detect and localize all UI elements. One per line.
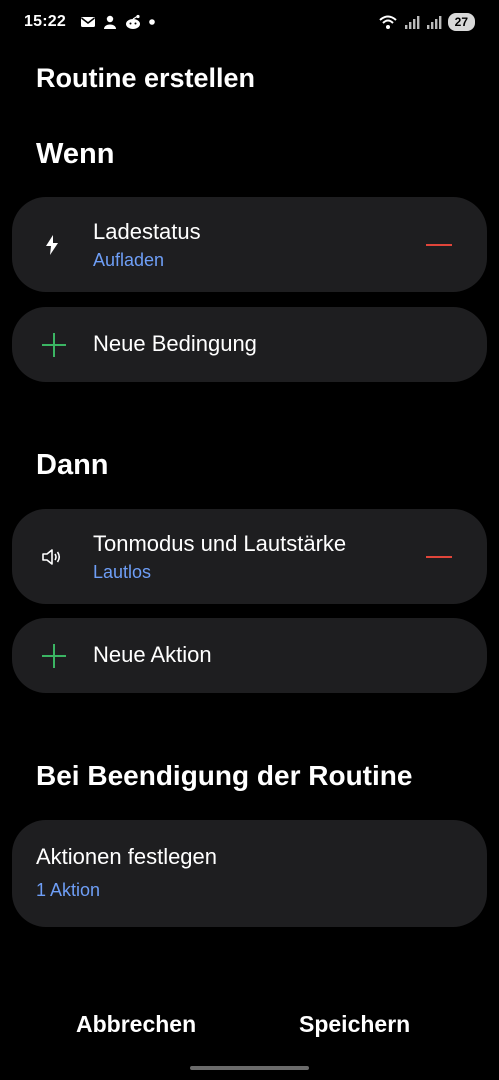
section-title-wenn: Wenn	[36, 138, 115, 170]
end-card-title: Aktionen festlegen	[36, 844, 218, 869]
condition-card-ladestatus[interactable]: Ladestatus Aufladen	[12, 197, 487, 292]
add-action-label: Neue Aktion	[93, 642, 212, 667]
plus-icon	[42, 332, 66, 357]
section-title-dann: Dann	[36, 449, 109, 481]
add-condition-button[interactable]: Neue Bedingung	[12, 307, 487, 382]
status-time: 15:22	[24, 13, 66, 30]
mail-icon	[81, 17, 95, 27]
status-right: 27	[378, 13, 475, 31]
cancel-button[interactable]: Abbrechen	[76, 1011, 196, 1038]
notification-icon	[104, 15, 116, 29]
condition-subtitle: Aufladen	[93, 250, 165, 270]
signal-icon	[426, 16, 442, 29]
reddit-icon	[126, 14, 140, 29]
end-card-subtitle: 1 Aktion	[36, 880, 101, 900]
save-button[interactable]: Speichern	[299, 1011, 410, 1038]
end-actions-card[interactable]: Aktionen festlegen 1 Aktion	[12, 820, 487, 927]
battery-level: 27	[447, 13, 475, 31]
action-subtitle: Lautlos	[93, 562, 152, 582]
plus-icon	[42, 643, 66, 668]
dot-icon	[149, 19, 155, 25]
remove-condition-button[interactable]	[426, 243, 452, 246]
signal-icon	[404, 16, 420, 29]
home-indicator	[190, 1066, 309, 1070]
remove-action-button[interactable]	[426, 555, 452, 558]
action-title: Tonmodus und Lautstärke	[93, 531, 347, 556]
status-left-icons	[80, 14, 156, 30]
status-bar: 15:22 27	[0, 0, 499, 46]
add-condition-label: Neue Bedingung	[93, 331, 257, 356]
condition-title: Ladestatus	[93, 219, 201, 244]
page-title: Routine erstellen	[36, 63, 256, 93]
wifi-icon	[378, 15, 397, 29]
add-action-button[interactable]: Neue Aktion	[12, 618, 487, 693]
section-title-end: Bei Beendigung der Routine	[36, 760, 413, 791]
lightning-icon	[46, 234, 58, 255]
action-card-tonmodus[interactable]: Tonmodus und Lautstärke Lautlos	[12, 509, 487, 604]
speaker-icon	[42, 548, 61, 565]
